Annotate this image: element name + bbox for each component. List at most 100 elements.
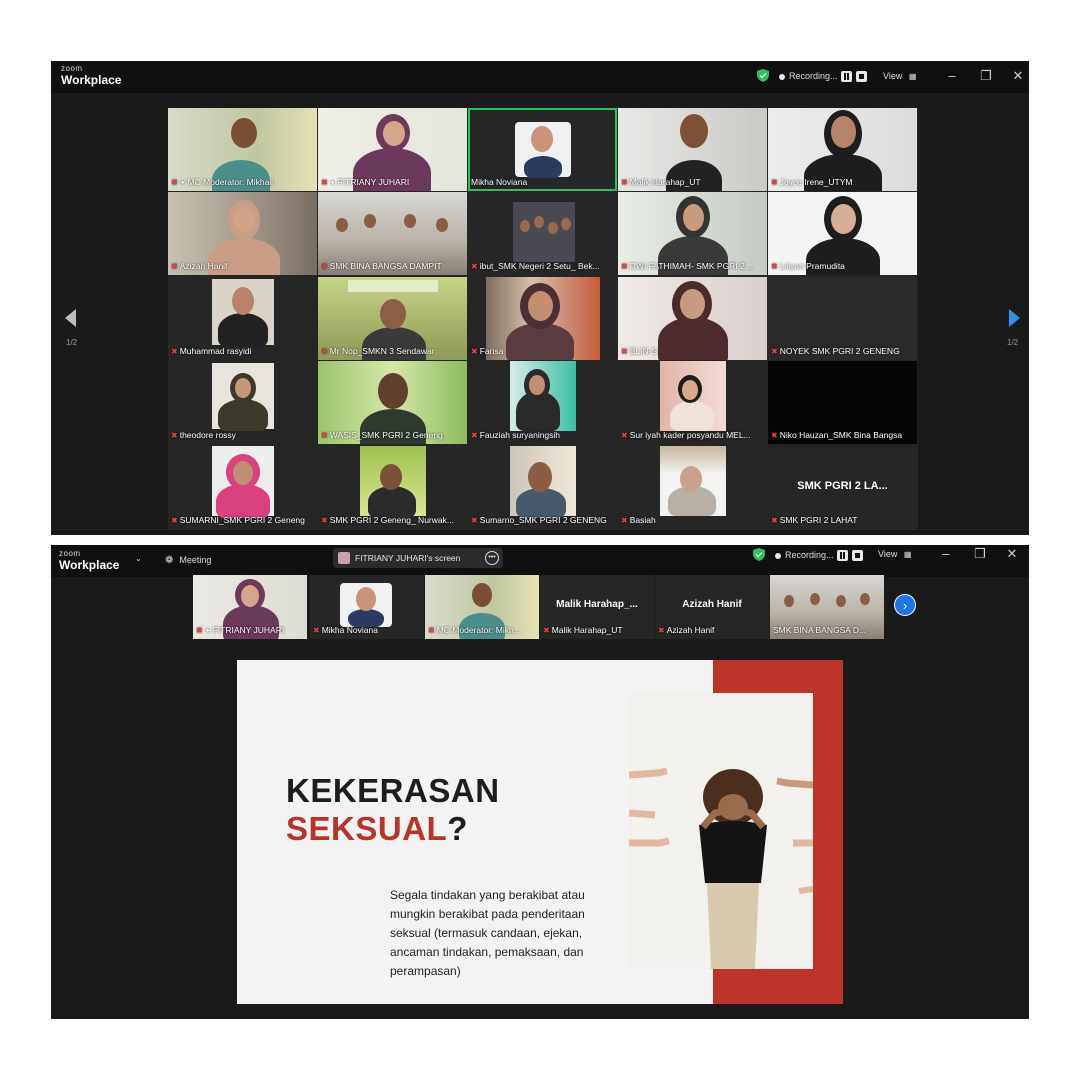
people-icon: ❁ [165, 555, 174, 566]
strip-participant-tile[interactable]: ✖ MC Moderator: Mikh... [425, 575, 539, 639]
participant-tile[interactable]: ✖ Sumarno_SMK PGRI 2 GENENG [468, 446, 617, 529]
participant-name: ✖ theodore rossy [171, 430, 236, 440]
more-options-icon[interactable]: ••• [485, 551, 499, 565]
participant-tile[interactable]: ✖ Farisa [468, 277, 617, 360]
participant-name: ✖ Mikha Noviana [313, 625, 378, 635]
participant-tile[interactable]: ✖ SMK BINA BANGSA DAMPIT [318, 192, 467, 275]
pause-recording-button[interactable] [837, 550, 848, 561]
recording-label: Recording... [785, 550, 834, 560]
next-page-arrow-icon[interactable] [1009, 309, 1020, 327]
muted-mic-icon: ✖ [621, 431, 628, 440]
participant-tile-video-off[interactable]: ✖ NOYEK SMK PGRI 2 GENENG [768, 277, 917, 360]
participant-tile[interactable]: ✖ Basiah [618, 446, 767, 529]
stop-recording-button[interactable] [852, 550, 863, 561]
participant-name: ✖ Joyce Irene_UTYM [771, 177, 853, 187]
muted-mic-icon: ✖ [543, 626, 550, 635]
muted-mic-icon: ✖ [771, 431, 778, 440]
muted-mic-icon: ✖ [771, 262, 778, 271]
strip-participant-tile[interactable]: ✖ ✦ FITRIANY JUHARI [193, 575, 307, 639]
participant-tile[interactable]: ✖ Liliyan Pramudita [768, 192, 917, 275]
recording-label: Recording... [789, 71, 838, 81]
minimize-button[interactable]: – [939, 547, 953, 561]
view-menu[interactable]: View ▦ [883, 71, 916, 81]
meeting-menu[interactable]: ❁ Meeting [165, 555, 211, 566]
close-button[interactable]: ✕ [1005, 547, 1019, 561]
participant-tile[interactable]: ✖ SUMARNI_SMK PGRI 2 Geneng [168, 446, 317, 529]
prev-page-arrow-icon[interactable] [65, 309, 76, 327]
participant-tile[interactable]: ✖ Muhammad rasyidi [168, 277, 317, 360]
pin-icon: ✦ [179, 180, 186, 187]
participant-name: ✖ SMK PGRI 2 LAHAT [771, 515, 858, 525]
gallery-grid: ✖ ✦ MC Moderator: Mikhail ✖ ✦ FITRIANY JUHAR… [168, 108, 918, 530]
strip-next-button[interactable]: › [894, 594, 916, 616]
stop-recording-button[interactable] [856, 71, 867, 82]
muted-mic-icon: ✖ [771, 347, 778, 356]
strip-participant-tile[interactable]: ✖ Mikha Noviana [310, 575, 424, 639]
page-indicator-right: 1/2 [1007, 338, 1019, 347]
view-label: View [883, 71, 903, 81]
logo-bottom-text: Workplace [59, 558, 120, 572]
participant-tile[interactable]: ✖ Sur iyah kader posyandu MEL... [618, 361, 767, 444]
muted-mic-icon: ✖ [471, 431, 478, 440]
participant-name: SMK BINA BANGSA D... [773, 625, 867, 635]
title-bar: zoom Workplace Recording... View ▦ – ❐ ✕ [51, 61, 1029, 93]
recording-indicator: Recording... [779, 71, 838, 81]
close-button[interactable]: ✕ [1011, 69, 1025, 83]
participant-name: ✖ ELIN-S [621, 346, 658, 356]
participant-tile[interactable]: ✖ ibut_SMK Negeri 2 Setu_ Bek... [468, 192, 617, 275]
muted-mic-icon: ✖ [621, 516, 628, 525]
muted-mic-icon: ✖ [471, 262, 478, 271]
view-label: View [878, 549, 898, 559]
maximize-button[interactable]: ❐ [973, 547, 987, 561]
participant-tile-video-off[interactable]: SMK PGRI 2 LA... ✖ SMK PGRI 2 LAHAT [768, 446, 917, 529]
grid-icon: ▦ [908, 72, 917, 81]
recording-indicator: Recording... [775, 550, 834, 560]
muted-mic-icon: ✖ [771, 178, 778, 187]
participant-name: ✖ Sumarno_SMK PGRI 2 GENENG [471, 515, 607, 525]
grid-icon: ▦ [903, 550, 912, 559]
participant-tile[interactable]: ✖ theodore rossy [168, 361, 317, 444]
logo-bottom-text: Workplace [61, 73, 122, 87]
record-dot-icon [779, 73, 785, 80]
chevron-down-icon[interactable]: ⌄ [135, 554, 142, 563]
participant-tile[interactable]: ✖ DWI FATHIMAH- SMK PGRI 2 ... [618, 192, 767, 275]
participant-tile[interactable]: ✖ WASIS_SMK PGRI 2 Geneng [318, 361, 467, 444]
muted-mic-icon: ✖ [313, 626, 320, 635]
shield-icon[interactable] [753, 548, 765, 561]
shared-screen-tab[interactable]: FITRIANY JUHARI's screen ••• [333, 548, 503, 568]
participant-tile[interactable]: ✖ Joyce Irene_UTYM [768, 108, 917, 191]
participant-name: ✖ Mr Nop_SMKN 3 Sendawar [321, 346, 435, 356]
participant-tile-video-off[interactable]: ✖ Niko Hauzan_SMK Bina Bangsa [768, 361, 917, 444]
participant-tile[interactable]: ✖ ELIN-S [618, 277, 767, 360]
participant-name: ✖ WASIS_SMK PGRI 2 Geneng [321, 430, 443, 440]
participant-name: ✖ Azizah Hanif [658, 625, 715, 635]
strip-participant-tile[interactable]: SMK BINA BANGSA D... [770, 575, 884, 639]
participant-tile[interactable]: ✖ ✦ FITRIANY JUHARI [318, 108, 467, 191]
shield-icon[interactable] [757, 69, 769, 82]
muted-mic-icon: ✖ [171, 516, 178, 525]
shared-slide: KEKERASAN SEKSUAL? Segala tindakan yang … [237, 660, 843, 1004]
participant-name: ✖ DWI FATHIMAH- SMK PGRI 2 ... [621, 261, 755, 271]
participant-name: ✖ Liliyan Pramudita [771, 261, 845, 271]
pause-recording-button[interactable] [841, 71, 852, 82]
muted-mic-icon: ✖ [471, 347, 478, 356]
participant-tile[interactable]: ✖ SMK PGRI 2 Geneng_ Nurwak... [318, 446, 467, 529]
muted-mic-icon: ✖ [171, 431, 178, 440]
participant-tile[interactable]: ✖ Azizah Hanif [168, 192, 317, 275]
muted-mic-icon: ✖ [171, 262, 178, 271]
participant-tile[interactable]: ✖ Fauziah suryaningsih [468, 361, 617, 444]
participant-name: ✖ ibut_SMK Negeri 2 Setu_ Bek... [471, 261, 600, 271]
participant-tile[interactable]: ✖ Mr Nop_SMKN 3 Sendawar [318, 277, 467, 360]
muted-mic-icon: ✖ [171, 178, 178, 187]
maximize-button[interactable]: ❐ [979, 69, 993, 83]
muted-mic-icon: ✖ [621, 178, 628, 187]
strip-participant-tile-video-off[interactable]: Malik Harahap_... ✖ Malik Harahap_UT [540, 575, 654, 639]
muted-mic-icon: ✖ [621, 262, 628, 271]
strip-participant-tile-video-off[interactable]: Azizah Hanif ✖ Azizah Hanif [655, 575, 769, 639]
slide-title: KEKERASAN SEKSUAL? [286, 772, 500, 848]
participant-tile[interactable]: ✖ ✦ MC Moderator: Mikhail [168, 108, 317, 191]
view-menu[interactable]: View ▦ [878, 549, 911, 559]
participant-tile-active-speaker[interactable]: Mikha Noviana [468, 108, 617, 191]
minimize-button[interactable]: – [945, 69, 959, 83]
participant-tile[interactable]: ✖ Malik Harahap_UT [618, 108, 767, 191]
